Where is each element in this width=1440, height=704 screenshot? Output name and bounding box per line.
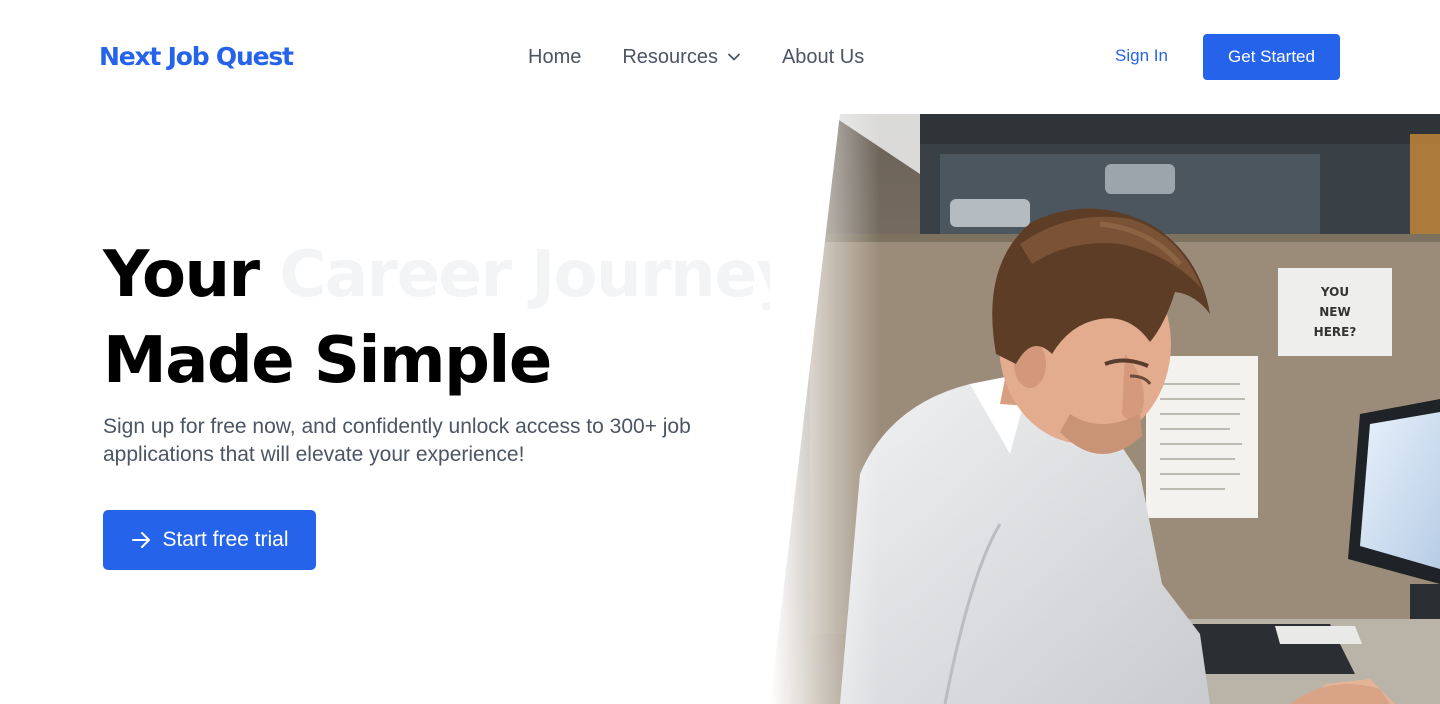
hero-title-word-your: Your — [103, 238, 260, 312]
chevron-down-icon — [728, 53, 740, 61]
photo-note-line1: YOU — [1320, 285, 1349, 299]
hero-title: Your Career Journey Made Simple — [103, 232, 798, 404]
brand-name: Next Job Quest — [99, 42, 294, 71]
get-started-button[interactable]: Get Started — [1203, 34, 1340, 80]
hero-photo: YOU NEW HERE? — [770, 114, 1440, 704]
nav-resources-label: Resources — [622, 45, 718, 68]
site-header: Next Job Quest Home Resources About Us S… — [0, 0, 1440, 114]
photo-note-line3: HERE? — [1314, 325, 1357, 339]
main-nav: Home Resources About Us — [528, 44, 864, 70]
start-free-trial-button[interactable]: Start free trial — [103, 510, 316, 570]
sign-in-link[interactable]: Sign In — [1115, 46, 1168, 66]
start-free-trial-label: Start free trial — [162, 528, 289, 551]
hero-title-faded: Career Journey — [279, 238, 797, 312]
brand-logo[interactable]: Next Job Quest — [99, 40, 294, 74]
nav-resources[interactable]: Resources — [622, 46, 741, 69]
hero-title-line2: Made Simple — [103, 324, 552, 398]
photo-note-line2: NEW — [1319, 305, 1350, 319]
hero-subtitle: Sign up for free now, and confidently un… — [103, 415, 691, 466]
nav-about-us[interactable]: About Us — [782, 46, 864, 69]
nav-home[interactable]: Home — [528, 46, 581, 69]
arrow-right-icon — [132, 532, 151, 548]
